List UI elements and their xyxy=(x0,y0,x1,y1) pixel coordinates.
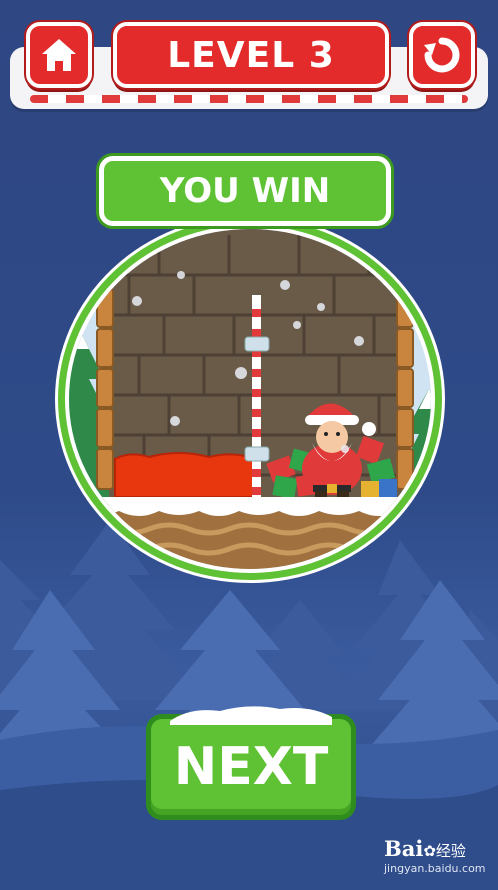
next-snowcap xyxy=(170,706,332,725)
scene-art xyxy=(69,229,431,569)
level-label: LEVEL 3 xyxy=(167,34,335,76)
you-win-title: YOU WIN xyxy=(159,171,331,211)
left-pillar xyxy=(96,248,114,490)
level-scene-frame xyxy=(58,218,442,580)
watermark-brand: Bai xyxy=(384,836,424,861)
restart-icon xyxy=(424,37,460,73)
restart-button[interactable] xyxy=(409,22,475,88)
watermark-logo: Bai✿经验 xyxy=(384,836,466,861)
you-win-banner: YOU WIN xyxy=(99,156,391,226)
next-button[interactable]: NEXT xyxy=(146,714,356,820)
paw-icon: ✿ xyxy=(423,842,436,860)
next-label: NEXT xyxy=(173,737,329,797)
level-scene xyxy=(69,229,431,569)
home-icon xyxy=(42,39,76,71)
lava-pool xyxy=(114,452,256,498)
watermark-suffix: 经验 xyxy=(435,842,466,860)
home-button[interactable] xyxy=(26,22,92,88)
watermark-url: jingyan.baidu.com xyxy=(384,862,486,875)
game-screen: LEVEL 3 YOU WIN NEXT Bai✿经验 jingyan.baid… xyxy=(0,0,498,890)
candy-stripe xyxy=(30,95,468,103)
level-indicator: LEVEL 3 xyxy=(113,22,389,88)
